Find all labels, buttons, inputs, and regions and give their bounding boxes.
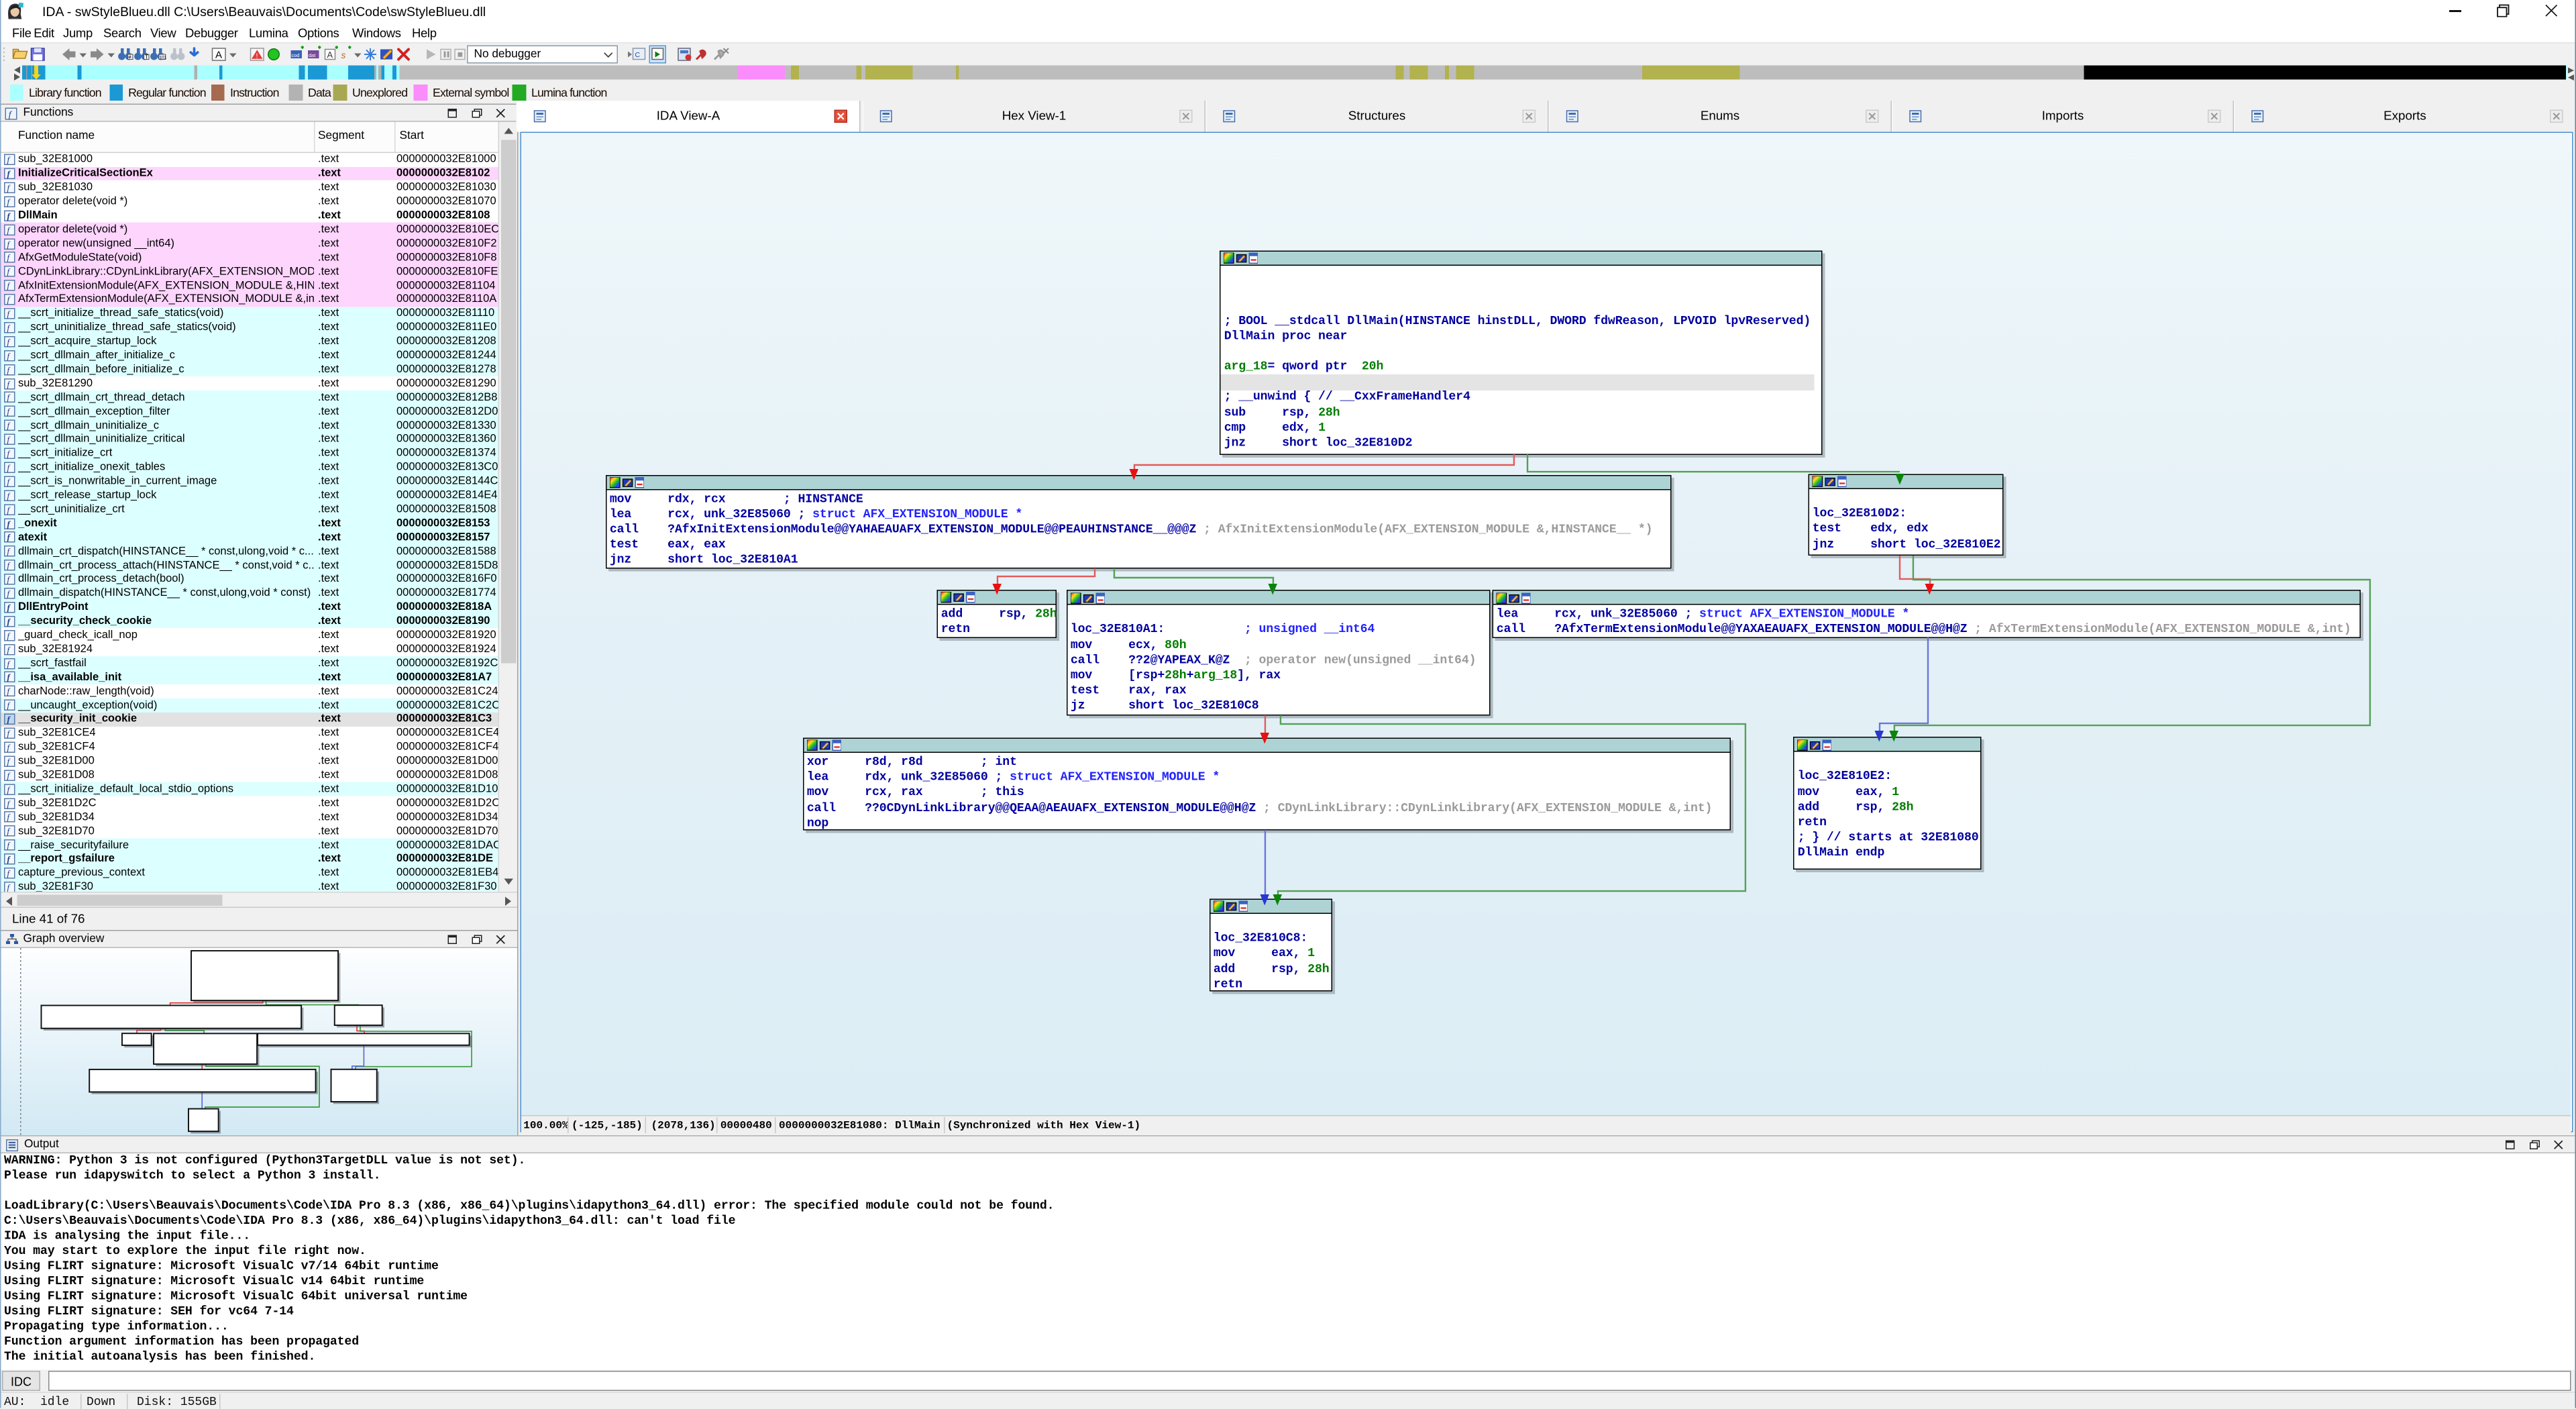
svg-text:cod: cod xyxy=(291,52,299,58)
svg-text:101: 101 xyxy=(160,55,167,60)
svg-text:s: s xyxy=(341,50,346,60)
svg-text:dat: dat xyxy=(309,52,316,58)
svg-text:!: ! xyxy=(256,52,258,60)
svg-text:C: C xyxy=(635,51,641,59)
svg-text:A: A xyxy=(215,49,222,60)
svg-text:T: T xyxy=(145,54,148,60)
svg-text:A: A xyxy=(327,50,333,60)
